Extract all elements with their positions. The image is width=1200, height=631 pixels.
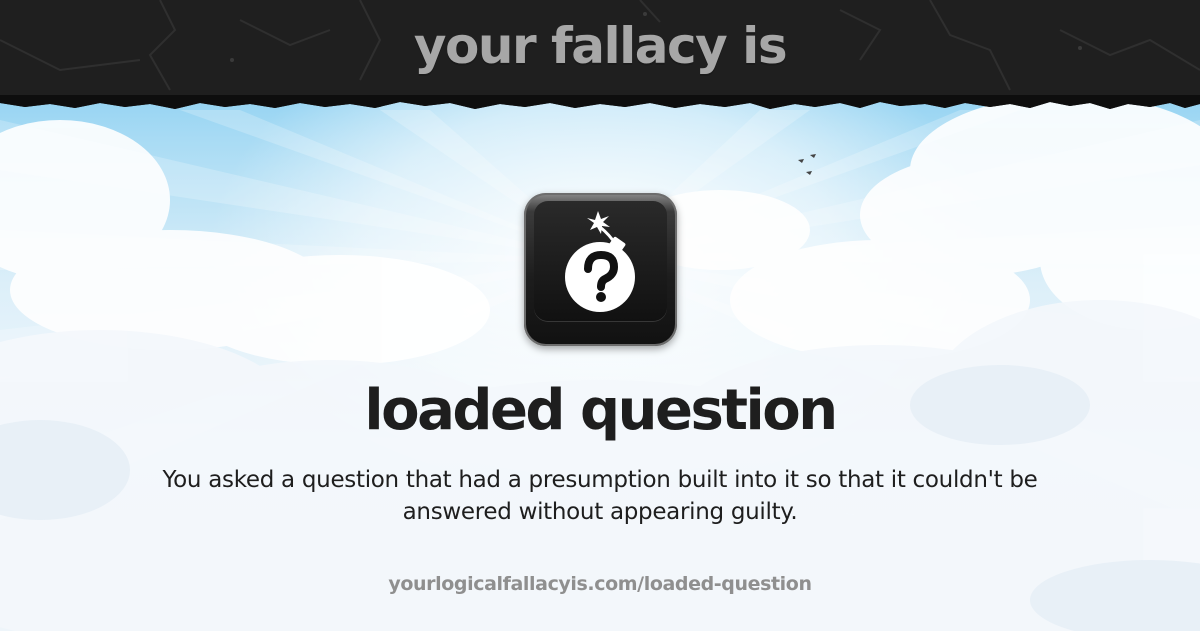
header-title: your fallacy is: [413, 17, 788, 75]
fallacy-url-link[interactable]: yourlogicalfallacyis.com/loaded-question: [0, 570, 1200, 598]
bomb-question-icon: [565, 211, 635, 312]
birds: [798, 154, 816, 175]
fallacy-name: loaded question: [364, 378, 838, 443]
fallacy-description: You asked a question that had a presumpt…: [162, 467, 1038, 525]
fallacy-icon-tile: [524, 193, 677, 346]
